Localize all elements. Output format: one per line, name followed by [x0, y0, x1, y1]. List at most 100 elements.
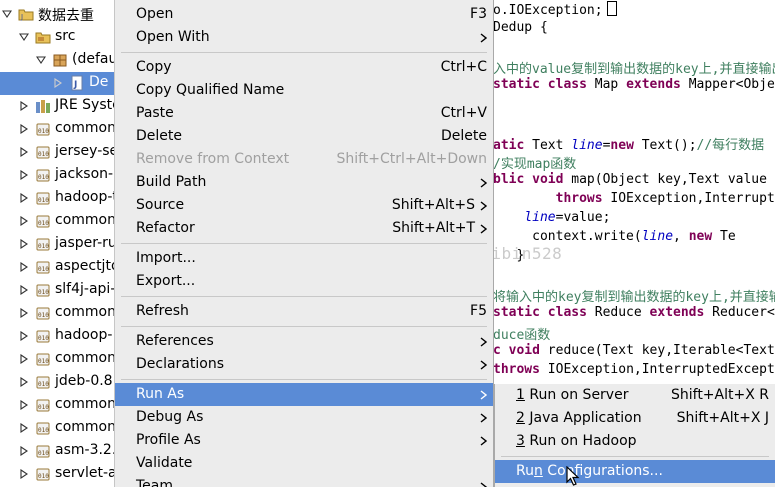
tree-item[interactable]: 010 servlet-a	[0, 463, 115, 486]
code-token: Mapper<Object	[688, 77, 775, 92]
menu-item-profile-as[interactable]: Profile As	[115, 429, 493, 452]
tree-item[interactable]: 010 jackson-	[0, 164, 115, 187]
menu-item-import[interactable]: Import...	[115, 247, 493, 270]
menu-item-debug-as[interactable]: Debug As	[115, 406, 493, 429]
jar-icon: 010	[35, 420, 51, 436]
tree-item[interactable]: 010 jasper-ru	[0, 233, 115, 256]
collapse-arrow-icon[interactable]	[19, 101, 29, 111]
submenu-item-label: 1 Run on Server	[516, 387, 628, 403]
menu-item-team[interactable]: Team	[115, 475, 493, 487]
run-as-submenu: 1 Run on Server Shift+Alt+X R 2 Java Appli…	[494, 384, 775, 487]
collapse-arrow-icon[interactable]	[19, 262, 29, 272]
code-line: blic void map(Object key,Text value	[493, 172, 767, 191]
tree-item[interactable]: 010 common	[0, 210, 115, 233]
mnemonic: n	[533, 463, 543, 479]
jar-icon: 010	[35, 121, 51, 137]
menu-item-source[interactable]: Source Shift+Alt+S	[115, 194, 493, 217]
tree-item-label: 数据去重	[38, 8, 94, 24]
menu-item-open[interactable]: Open F3	[115, 3, 493, 26]
collapse-arrow-icon[interactable]	[19, 147, 29, 157]
tree-item-label: jasper-ru	[55, 235, 115, 251]
collapse-arrow-icon[interactable]	[19, 170, 29, 180]
menu-separator	[501, 456, 769, 457]
tree-item[interactable]: (defau	[0, 49, 115, 72]
tree-item[interactable]: JRE Syste	[0, 95, 115, 118]
tree-item[interactable]: 010 common	[0, 394, 115, 417]
collapse-arrow-icon[interactable]	[19, 239, 29, 249]
menu-item-label: Paste	[136, 105, 174, 121]
submenu-item-label: Run Configurations...	[516, 463, 663, 479]
collapse-arrow-icon[interactable]	[53, 78, 63, 88]
collapse-arrow-icon[interactable]	[19, 124, 29, 134]
code-token: line	[571, 138, 603, 153]
tree-item[interactable]: 010 aspectjto	[0, 256, 115, 279]
tree-item[interactable]: src	[0, 26, 115, 49]
submenu-item-3-run-on-hadoop[interactable]: 3 Run on Hadoop	[495, 430, 775, 453]
collapse-arrow-icon[interactable]	[19, 193, 29, 203]
menu-item-shortcut: Delete	[441, 128, 487, 144]
code-token: =value;	[555, 210, 611, 225]
menu-item-delete[interactable]: Delete Delete	[115, 125, 493, 148]
mnemonic: 1	[516, 387, 525, 403]
menu-item-label: Remove from Context	[136, 151, 290, 167]
menu-item-shortcut: Shift+Alt+X R	[670, 387, 769, 403]
tree-item[interactable]: J De	[0, 72, 115, 95]
expand-arrow-icon[interactable]	[36, 55, 46, 65]
menu-item-label: Build Path	[136, 174, 207, 190]
collapse-arrow-icon[interactable]	[19, 216, 29, 226]
expand-arrow-icon[interactable]	[2, 9, 12, 19]
collapse-arrow-icon[interactable]	[19, 285, 29, 295]
menu-item-validate[interactable]: Validate	[115, 452, 493, 475]
tree-item[interactable]: 010 common	[0, 348, 115, 371]
menu-item-copy-qualified-name[interactable]: Copy Qualified Name	[115, 79, 493, 102]
menu-item-shortcut: Shift+Alt+T	[392, 220, 475, 236]
menu-item-declarations[interactable]: Declarations	[115, 353, 493, 376]
svg-text:010: 010	[38, 427, 49, 434]
menu-item-run-as[interactable]: Run As	[115, 383, 493, 406]
tree-item[interactable]: 010 hadoop-	[0, 325, 115, 348]
submenu-item-run-configurations[interactable]: Run Configurations...	[495, 460, 775, 483]
tree-item[interactable]: 010 jersey-se	[0, 141, 115, 164]
collapse-arrow-icon[interactable]	[19, 423, 29, 433]
menu-item-refactor[interactable]: Refactor Shift+Alt+T	[115, 217, 493, 240]
code-line: duce函数	[493, 324, 550, 343]
tree-item[interactable]: J 数据去重	[0, 3, 115, 26]
tree-item[interactable]: 010 slf4j-api-	[0, 279, 115, 302]
submenu-arrow-icon	[480, 178, 487, 188]
collapse-arrow-icon[interactable]	[19, 469, 29, 479]
menu-item-export[interactable]: Export...	[115, 270, 493, 293]
menu-item-label: Team	[136, 478, 174, 487]
menu-item-open-with[interactable]: Open With	[115, 26, 493, 49]
collapse-arrow-icon[interactable]	[19, 308, 29, 318]
menu-item-shortcut: Shift+Ctrl+Alt+Down	[336, 151, 487, 167]
menu-item-copy[interactable]: Copy Ctrl+C	[115, 56, 493, 79]
tree-item[interactable]: 010 hadoop-t	[0, 187, 115, 210]
jar-icon: 010	[35, 167, 51, 183]
code-line: c void reduce(Text key,Iterable<Text	[493, 343, 775, 362]
menu-item-build-path[interactable]: Build Path	[115, 171, 493, 194]
submenu-item-2-java-application[interactable]: 2 Java Application Shift+Alt+X J	[495, 407, 775, 430]
collapse-arrow-icon[interactable]	[19, 354, 29, 364]
tree-item[interactable]: 010 common	[0, 302, 115, 325]
tree-item[interactable]: 010 jdeb-0.8	[0, 371, 115, 394]
collapse-arrow-icon[interactable]	[19, 377, 29, 387]
menu-item-remove-from-context: Remove from Context Shift+Ctrl+Alt+Down	[115, 148, 493, 171]
code-token: line	[641, 229, 674, 244]
code-line: Dedup {	[493, 20, 548, 39]
menu-item-shortcut: Shift+Alt+S	[391, 197, 475, 213]
code-token: Text();	[641, 138, 697, 153]
tree-item[interactable]: 010 common	[0, 417, 115, 440]
collapse-arrow-icon[interactable]	[19, 446, 29, 456]
tree-item[interactable]: 010 common	[0, 118, 115, 141]
tree-item[interactable]: 010 asm-3.2.	[0, 440, 115, 463]
menu-item-refresh[interactable]: Refresh F5	[115, 300, 493, 323]
submenu-item-1-run-on-server[interactable]: 1 Run on Server Shift+Alt+X R	[495, 384, 775, 407]
menu-separator	[121, 296, 487, 297]
collapse-arrow-icon[interactable]	[19, 400, 29, 410]
svg-text:010: 010	[38, 473, 49, 480]
collapse-arrow-icon[interactable]	[19, 331, 29, 341]
menu-item-paste[interactable]: Paste Ctrl+V	[115, 102, 493, 125]
menu-item-references[interactable]: References	[115, 330, 493, 353]
svg-text:010: 010	[38, 174, 49, 181]
expand-arrow-icon[interactable]	[19, 32, 29, 42]
